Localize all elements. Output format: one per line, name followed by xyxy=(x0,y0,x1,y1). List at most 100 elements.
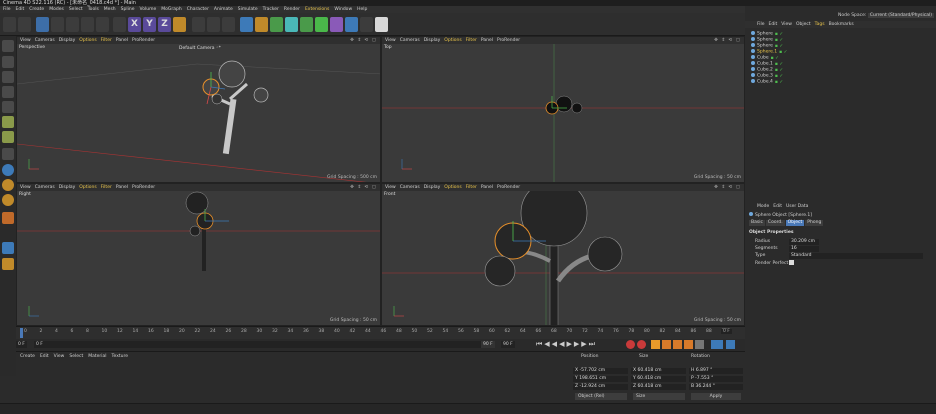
mm-menu-view[interactable]: View xyxy=(54,354,65,359)
size-z-field[interactable]: Z 60.418 cm xyxy=(631,384,686,390)
rotation-p-field[interactable]: P -7.553 ° xyxy=(689,376,743,382)
menu-mesh[interactable]: Mesh xyxy=(104,7,116,12)
front-viewport[interactable]: View Cameras Display Options Filter Panel ProR… xyxy=(381,183,745,326)
tab-object[interactable]: Object xyxy=(785,220,805,226)
position-z-field[interactable]: Z -12.924 cm xyxy=(573,384,628,390)
cube-object-icon[interactable] xyxy=(240,17,253,32)
vp-menu-options[interactable]: Options xyxy=(79,185,96,190)
object-row[interactable]: Sphere ▪ ✓ xyxy=(751,43,801,49)
mm-menu-material[interactable]: Material xyxy=(88,354,106,359)
object-row[interactable]: Cube.2 ▪ ✓ xyxy=(751,67,801,73)
visibility-check-icon[interactable]: ▪ ✓ xyxy=(775,68,783,73)
vp-menu-panel[interactable]: Panel xyxy=(481,185,493,190)
playhead[interactable] xyxy=(20,328,23,338)
am-menu-mode[interactable]: Mode xyxy=(757,204,769,209)
node-space-selector[interactable]: Node Space: Current (Standard/Physical) xyxy=(838,13,934,18)
menu-animate[interactable]: Animate xyxy=(214,7,233,12)
vp-menu-cameras[interactable]: Cameras xyxy=(400,38,420,43)
camera-icon[interactable] xyxy=(330,17,343,32)
vp-menu-options[interactable]: Options xyxy=(444,185,461,190)
rotate-icon[interactable] xyxy=(81,17,94,32)
menu-spline[interactable]: Spline xyxy=(121,7,135,12)
planar-workplane-icon[interactable] xyxy=(2,242,14,254)
am-menu-edit[interactable]: Edit xyxy=(773,204,782,209)
preview-range-bar[interactable]: 0 F xyxy=(34,341,484,348)
vp-menu-filter[interactable]: Filter xyxy=(101,185,112,190)
visibility-check-icon[interactable]: ▪ ✓ xyxy=(775,80,783,85)
size-mode-select[interactable]: Size xyxy=(633,393,685,400)
object-row[interactable]: Cube.4 ▪ ✓ xyxy=(751,79,801,85)
frame-readout[interactable]: 0 F xyxy=(721,329,732,334)
vp-menu-options[interactable]: Options xyxy=(79,38,96,43)
vp-menu-view[interactable]: View xyxy=(20,185,31,190)
visibility-check-icon[interactable]: ▪ ✓ xyxy=(775,38,783,43)
om-menu-tags[interactable]: Tags xyxy=(815,22,825,27)
vp-menu-cameras[interactable]: Cameras xyxy=(35,185,55,190)
viewport-navigation-icons[interactable]: ✥ ⇕ ⟲ ▢ xyxy=(350,38,377,43)
om-menu-object[interactable]: Object xyxy=(796,22,811,27)
y-axis-lock-icon[interactable]: Y xyxy=(143,17,156,32)
vp-menu-prorender[interactable]: ProRender xyxy=(132,38,155,43)
rotation-key-icon[interactable] xyxy=(684,340,693,349)
model-mode-icon[interactable] xyxy=(2,56,14,68)
vp-menu-panel[interactable]: Panel xyxy=(116,185,128,190)
cloner-icon[interactable] xyxy=(285,17,298,32)
visibility-check-icon[interactable]: ▪ ✓ xyxy=(775,32,783,37)
vp-menu-prorender[interactable]: ProRender xyxy=(497,38,520,43)
menu-edit[interactable]: Edit xyxy=(16,7,25,12)
menu-modes[interactable]: Modes xyxy=(49,7,64,12)
segments-field[interactable]: 16 xyxy=(789,246,819,252)
vp-menu-display[interactable]: Display xyxy=(424,38,441,43)
menu-tracker[interactable]: Tracker xyxy=(263,7,279,12)
visibility-check-icon[interactable]: ▪ ✓ xyxy=(775,62,783,67)
content-browser-icon[interactable] xyxy=(375,17,388,32)
vp-menu-panel[interactable]: Panel xyxy=(116,38,128,43)
vp-menu-filter[interactable]: Filter xyxy=(466,38,477,43)
edges-mode-icon[interactable] xyxy=(2,101,14,113)
object-row[interactable]: Cube ▪ ✓ xyxy=(751,55,801,61)
menu-window[interactable]: Window xyxy=(334,7,352,12)
position-y-field[interactable]: Y 198.651 cm xyxy=(573,376,628,382)
type-select[interactable]: Standard xyxy=(789,253,923,259)
vp-menu-display[interactable]: Display xyxy=(424,185,441,190)
tab-coord[interactable]: Coord. xyxy=(765,220,785,226)
object-row[interactable]: Cube.3 ▪ ✓ xyxy=(751,73,801,79)
parameter-key-icon[interactable] xyxy=(695,340,704,349)
light-icon[interactable] xyxy=(345,17,358,32)
bend-deformer-icon[interactable] xyxy=(300,17,313,32)
visibility-check-icon[interactable]: ▪ ✓ xyxy=(779,50,787,55)
menu-volume[interactable]: Volume xyxy=(140,7,157,12)
vp-menu-prorender[interactable]: ProRender xyxy=(497,185,520,190)
tweak-mode-icon[interactable] xyxy=(2,258,14,270)
autokey-icon[interactable] xyxy=(637,340,646,349)
mm-menu-create[interactable]: Create xyxy=(20,354,35,359)
render-picture-viewer-icon[interactable] xyxy=(207,17,220,32)
max-frame-field[interactable]: 90 F xyxy=(501,341,515,348)
om-menu-edit[interactable]: Edit xyxy=(769,22,778,27)
solo-icon[interactable] xyxy=(2,164,14,176)
pen-spline-icon[interactable] xyxy=(255,17,268,32)
undo-icon[interactable] xyxy=(3,17,16,32)
om-menu-file[interactable]: File xyxy=(757,22,765,27)
menu-file[interactable]: File xyxy=(3,7,11,12)
vp-menu-filter[interactable]: Filter xyxy=(466,185,477,190)
world-coordinates-icon[interactable] xyxy=(173,17,186,32)
scheme-icon[interactable] xyxy=(711,340,723,349)
timeline-ruler[interactable]: 0 2 4 6 8 10 12 14 16 18 20 22 24 26 28 30 32 34 36 38 40 42 4… xyxy=(16,326,745,339)
x-axis-lock-icon[interactable]: X xyxy=(128,17,141,32)
top-viewport[interactable]: View Cameras Display Options Filter Panel ProR… xyxy=(381,36,745,183)
size-y-field[interactable]: Y 60.418 cm xyxy=(631,376,686,382)
mm-menu-texture[interactable]: Texture xyxy=(112,354,128,359)
mm-menu-select[interactable]: Select xyxy=(69,354,83,359)
size-x-field[interactable]: X 60.418 cm xyxy=(631,368,686,374)
vp-menu-prorender[interactable]: ProRender xyxy=(132,185,155,190)
redo-icon[interactable] xyxy=(18,17,31,32)
enable-snap-icon[interactable] xyxy=(2,148,14,160)
position-x-field[interactable]: X -57.702 cm xyxy=(573,368,628,374)
menu-render[interactable]: Render xyxy=(284,7,300,12)
om-menu-bookmarks[interactable]: Bookmarks xyxy=(829,22,854,27)
am-menu-user-data[interactable]: User Data xyxy=(786,204,808,209)
z-axis-lock-icon[interactable]: Z xyxy=(158,17,171,32)
coordinate-icon[interactable] xyxy=(113,17,126,32)
menu-mograph[interactable]: MoGraph xyxy=(161,7,181,12)
